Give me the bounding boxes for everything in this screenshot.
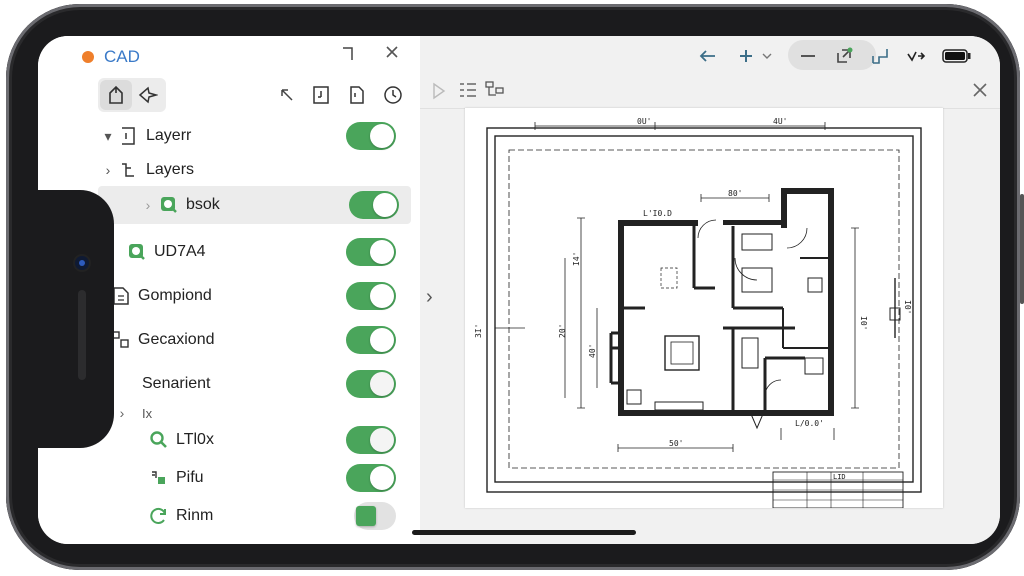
dim-left-side: I4' xyxy=(572,252,581,266)
pointer-icon[interactable] xyxy=(270,78,304,112)
layer-add-icon[interactable] xyxy=(304,78,338,112)
layer-stack-icon xyxy=(118,159,140,181)
home-indicator xyxy=(412,530,636,535)
layer-row-selected[interactable]: › bsok xyxy=(98,186,411,224)
dim-right-outer: I0' xyxy=(903,300,912,314)
top-toolbar xyxy=(420,36,1000,74)
chevron-down-icon[interactable] xyxy=(760,44,774,68)
dim-top-left: 0U' xyxy=(637,117,651,126)
collapse-icon[interactable] xyxy=(340,46,356,64)
dim-bottom-right: L/0.0' xyxy=(795,419,824,428)
layer-row[interactable]: › Layers xyxy=(98,152,408,188)
layer-row[interactable]: Senarient xyxy=(98,366,408,402)
visibility-toggle[interactable] xyxy=(354,502,396,530)
camera-cutout xyxy=(38,190,114,448)
canvas-subbar xyxy=(420,74,1000,109)
visibility-toggle[interactable] xyxy=(346,282,396,310)
layer-row[interactable]: LTl0x xyxy=(98,422,408,458)
layer-label: Ix xyxy=(142,405,153,421)
visibility-toggle[interactable] xyxy=(349,191,399,219)
close-sidebar-button[interactable] xyxy=(382,44,402,64)
dim-left-mid: 20' xyxy=(558,324,567,338)
resize-icon[interactable] xyxy=(868,44,892,68)
dim-right-side: I0' xyxy=(859,316,868,330)
floor-plan-drawing: 0U' 4U' 80' L'I0.D I4' 20' 40' 3I' I0' I… xyxy=(474,117,922,509)
expand-arrow-icon[interactable]: ▾ xyxy=(98,128,118,145)
layer-row[interactable]: Gecaxiond xyxy=(98,322,408,358)
room-label: L'I0.D xyxy=(643,209,672,218)
dim-bottom: 50' xyxy=(669,439,683,448)
layer-label: Layers xyxy=(146,161,195,178)
side-button xyxy=(1020,194,1024,304)
search-layer-icon xyxy=(158,194,180,216)
back-arrow-icon[interactable] xyxy=(696,44,720,68)
screen: CAD ▾ Layerr › Layers › bsok UD7A4 Gompi… xyxy=(38,36,1000,544)
drawing-sheet[interactable]: 0U' 4U' 80' L'I0.D I4' 20' 40' 3I' I0' I… xyxy=(465,108,943,509)
visibility-toggle[interactable] xyxy=(346,326,396,354)
dim-left-low: 40' xyxy=(588,344,597,358)
dim-top-right: 4U' xyxy=(773,117,787,126)
sidebar-header: CAD xyxy=(82,44,140,70)
visibility-toggle[interactable] xyxy=(346,238,396,266)
plus-icon[interactable] xyxy=(736,44,756,68)
title-block-label: LID xyxy=(833,473,846,481)
visibility-toggle[interactable] xyxy=(346,426,396,454)
chevron-right-icon[interactable]: › xyxy=(98,162,118,178)
phone-frame: CAD ▾ Layerr › Layers › bsok UD7A4 Gompi… xyxy=(6,4,1024,570)
camera-icon xyxy=(75,256,89,270)
app-dot-icon xyxy=(82,51,94,63)
document-icon[interactable] xyxy=(340,78,374,112)
pin-icon[interactable] xyxy=(132,80,164,110)
visibility-toggle[interactable] xyxy=(346,464,396,492)
clock-icon[interactable] xyxy=(376,78,410,112)
zoom-icon xyxy=(148,429,170,451)
chevron-right-icon[interactable]: › xyxy=(138,197,158,213)
visibility-toggle[interactable] xyxy=(346,370,396,398)
export-icon[interactable] xyxy=(832,44,856,68)
tree-icon[interactable] xyxy=(484,80,506,105)
dim-left-outer: 3I' xyxy=(474,324,483,338)
refresh-icon xyxy=(148,505,170,527)
minus-icon[interactable] xyxy=(796,44,820,68)
expand-arrow-icon[interactable]: › xyxy=(112,405,132,421)
layer-row[interactable]: UD7A4 xyxy=(98,234,408,270)
sidebar-mode-toggle xyxy=(98,78,166,112)
play-icon[interactable] xyxy=(432,82,446,105)
list-icon[interactable] xyxy=(458,80,478,105)
app-title: CAD xyxy=(104,47,140,66)
layer-row[interactable]: Gompiond xyxy=(98,278,408,314)
layer-row[interactable]: Rinm xyxy=(98,498,408,534)
layer-row[interactable]: Pifu xyxy=(98,460,408,496)
battery-icon xyxy=(940,44,974,68)
layer-bracket-icon xyxy=(118,125,140,147)
share-icon[interactable] xyxy=(904,44,932,68)
visibility-toggle[interactable] xyxy=(346,122,396,150)
home-icon[interactable] xyxy=(100,80,132,110)
search-layer-icon xyxy=(126,241,148,263)
fill-icon xyxy=(148,467,170,489)
close-icon[interactable] xyxy=(972,82,988,103)
expand-sidebar-icon[interactable]: › xyxy=(426,286,433,309)
dim-kitchen: 80' xyxy=(728,189,742,198)
canvas-area: › 0U' 4U' 80' L'I0.D I4' 20' 40' 3I' I0'… xyxy=(420,36,1000,544)
speaker-grill xyxy=(78,290,86,380)
layer-row[interactable]: ▾ Layerr xyxy=(98,118,408,154)
